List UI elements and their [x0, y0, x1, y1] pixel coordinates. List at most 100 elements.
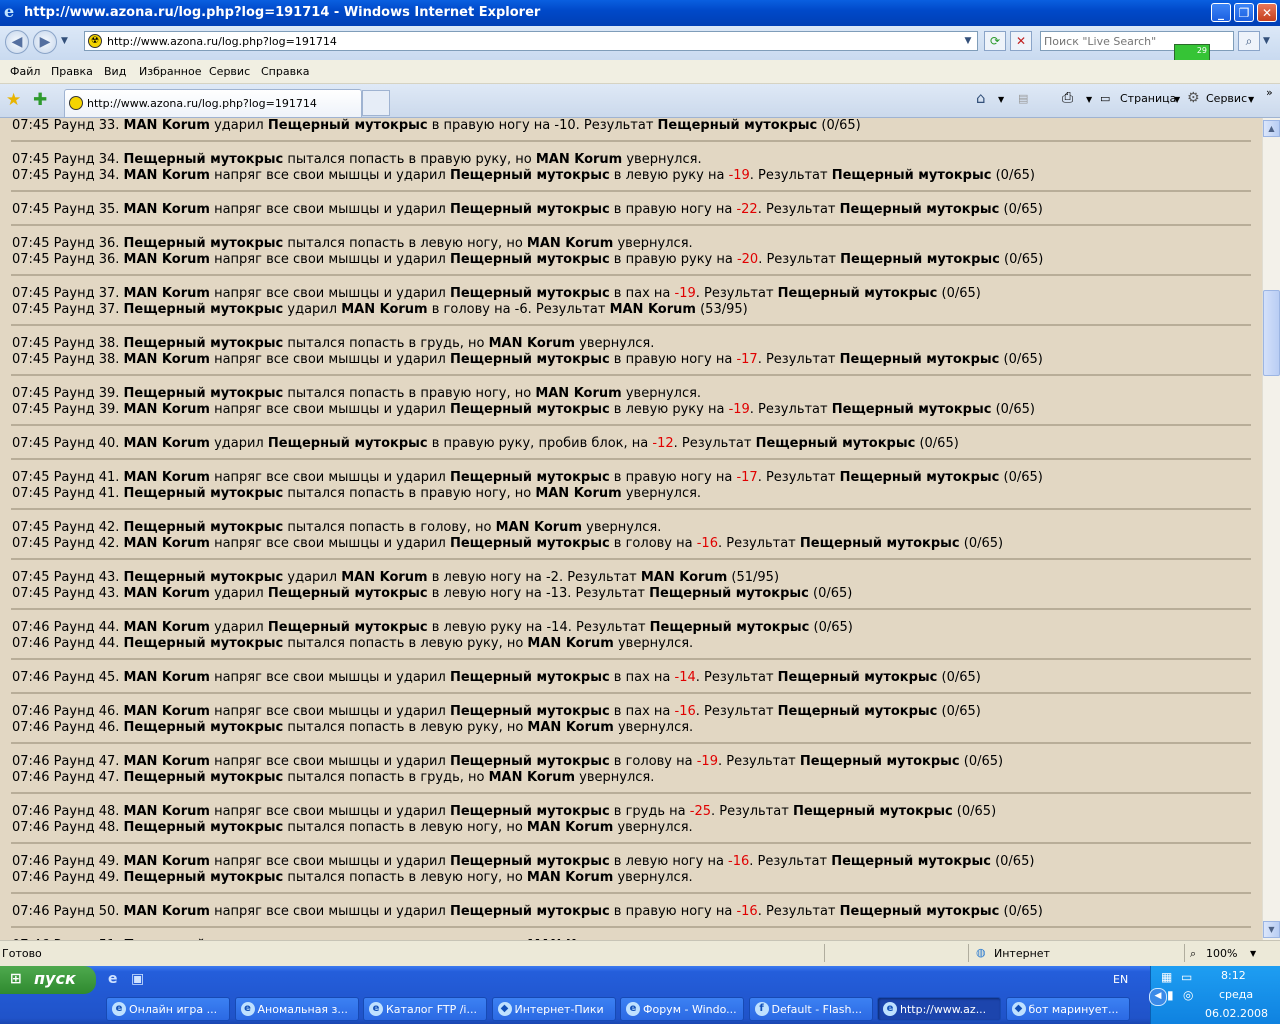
- taskbar-task[interactable]: e http://www.az...: [877, 997, 1001, 1021]
- url-text[interactable]: http://www.azona.ru/log.php?log=191714: [107, 35, 337, 48]
- url-dropdown-icon[interactable]: ▼: [961, 33, 975, 49]
- url-field[interactable]: ☢ http://www.azona.ru/log.php?log=191714…: [84, 31, 978, 51]
- tools-dropdown-icon[interactable]: ▼: [1248, 95, 1254, 104]
- print-dropdown-icon[interactable]: ▼: [1086, 95, 1092, 104]
- log-text: напряг все свои мышцы и ударил: [209, 704, 450, 719]
- new-tab-button[interactable]: [362, 90, 390, 116]
- add-favorite-icon[interactable]: ✚: [33, 90, 47, 110]
- monster-name: Пещерный мутокрыс: [831, 168, 992, 183]
- monster-name: Пещерный мутокрыс: [449, 536, 610, 551]
- monster-name: Пещерный мутокрыс: [657, 118, 818, 133]
- page-menu-button[interactable]: Страница: [1120, 92, 1176, 105]
- monster-name: Пещерный мутокрыс: [831, 402, 992, 417]
- quicklaunch-desktop-icon[interactable]: ▣: [131, 971, 144, 987]
- log-timestamp: 07:46 Раунд 48.: [12, 820, 124, 835]
- log-line: 07:45 Раунд 34. MAN Korum напряг все сво…: [12, 168, 1251, 184]
- log-timestamp: 07:45 Раунд 34.: [12, 152, 124, 167]
- home-icon[interactable]: ⌂: [976, 89, 986, 107]
- chevron-more-icon[interactable]: »: [1266, 86, 1273, 99]
- menu-favorites[interactable]: Избранное: [139, 65, 201, 78]
- feeds-icon[interactable]: ▤: [1018, 92, 1028, 105]
- log-timestamp: 07:45 Раунд 37.: [12, 286, 124, 301]
- log-text: . Результат: [695, 670, 778, 685]
- damage-value: -19: [674, 286, 696, 301]
- taskbar-task[interactable]: e Каталог FTP /i...: [363, 997, 487, 1021]
- stop-button[interactable]: ✕: [1010, 31, 1032, 51]
- log-line: 07:45 Раунд 43. Пещерный мутокрыс ударил…: [12, 570, 1251, 586]
- forward-button[interactable]: ▶: [33, 30, 57, 54]
- log-line: 07:45 Раунд 34. Пещерный мутокрыс пыталс…: [12, 152, 1251, 168]
- menu-file[interactable]: Файл: [10, 65, 40, 78]
- log-timestamp: 07:45 Раунд 34.: [12, 168, 124, 183]
- round-block: 07:46 Раунд 48. MAN Korum напряг все сво…: [11, 794, 1251, 844]
- taskbar-task[interactable]: e Онлайн игра ...: [106, 997, 230, 1021]
- page-dropdown-icon[interactable]: ▼: [1174, 95, 1180, 104]
- taskbar-task-label: Каталог FTP /i...: [386, 1003, 477, 1016]
- log-text: . Результат: [695, 704, 778, 719]
- scroll-thumb[interactable]: [1263, 290, 1280, 376]
- player-name: MAN Korum: [488, 336, 576, 351]
- minimize-button[interactable]: _: [1211, 3, 1231, 22]
- favorites-star-icon[interactable]: ★: [6, 90, 21, 110]
- power-icon[interactable]: ▮: [1167, 988, 1174, 1002]
- zoom-level[interactable]: 100%: [1206, 947, 1237, 960]
- windows-logo-icon: ⊞: [10, 971, 22, 987]
- taskbar-task[interactable]: e Форум - Windo...: [620, 997, 744, 1021]
- monster-name: Пещерный мутокрыс: [799, 536, 960, 551]
- log-timestamp: 07:46 Раунд 44.: [12, 620, 124, 635]
- log-text: напряг все свои мышцы и ударил: [209, 904, 450, 919]
- log-text: увернулся.: [613, 236, 693, 251]
- monster-name: Пещерный мутокрыс: [123, 486, 284, 501]
- tab-current-page[interactable]: http://www.azona.ru/log.php?log=191714: [64, 89, 362, 117]
- search-button[interactable]: ⌕: [1238, 31, 1260, 51]
- quicklaunch-ie-icon[interactable]: e: [108, 971, 118, 987]
- search-options-icon[interactable]: ▼: [1263, 36, 1270, 46]
- tools-menu-button[interactable]: Сервис: [1206, 92, 1247, 105]
- volume-icon[interactable]: ◎: [1183, 988, 1193, 1002]
- monster-name: Пещерный мутокрыс: [267, 586, 428, 601]
- round-block: 07:45 Раунд 33. MAN Korum ударил Пещерны…: [11, 118, 1251, 142]
- log-text: (0/65): [937, 286, 981, 301]
- print-icon[interactable]: ⎙: [1062, 90, 1073, 106]
- zoom-dropdown-icon[interactable]: ▼: [1250, 949, 1256, 958]
- menu-bar: Файл Правка Вид Избранное Сервис Справка: [0, 60, 1280, 84]
- monitor-icon[interactable]: ▭: [1181, 970, 1192, 984]
- log-line: 07:45 Раунд 33. MAN Korum ударил Пещерны…: [12, 118, 1251, 134]
- app-icon: ◆: [497, 1002, 512, 1016]
- tray-expand-icon[interactable]: ◀: [1149, 988, 1167, 1006]
- scroll-up-button[interactable]: ▲: [1263, 120, 1280, 137]
- home-dropdown-icon[interactable]: ▼: [998, 95, 1004, 104]
- network-icon[interactable]: ▦: [1161, 970, 1172, 984]
- taskbar-task[interactable]: f Default - Flash...: [748, 997, 873, 1021]
- history-dropdown-icon[interactable]: ▼: [61, 36, 68, 46]
- menu-help[interactable]: Справка: [261, 65, 309, 78]
- close-button[interactable]: ✕: [1257, 3, 1277, 22]
- player-name: MAN Korum: [123, 586, 210, 601]
- round-block: 07:46 Раунд 51. Пещерный мутокрыс пыталс…: [11, 928, 1251, 940]
- ie-icon: e: [883, 1002, 897, 1016]
- refresh-button[interactable]: ⟳: [984, 31, 1006, 51]
- round-block: 07:45 Раунд 38. Пещерный мутокрыс пыталс…: [11, 326, 1251, 376]
- monster-name: Пещерный мутокрыс: [839, 470, 1000, 485]
- clock-time[interactable]: 8:12: [1221, 969, 1246, 982]
- scroll-down-button[interactable]: ▼: [1263, 921, 1280, 938]
- start-button[interactable]: ⊞ пуск: [0, 966, 96, 994]
- taskbar-task[interactable]: e Аномальная з...: [234, 997, 359, 1021]
- log-line: 07:45 Раунд 37. MAN Korum напряг все сво…: [12, 286, 1251, 302]
- taskbar-task[interactable]: ◆ Интернет-Пики: [491, 997, 616, 1021]
- log-text: напряг все свои мышцы и ударил: [209, 804, 450, 819]
- back-button[interactable]: ◀: [5, 30, 29, 54]
- language-indicator[interactable]: EN: [1113, 973, 1128, 986]
- taskbar-task-label: http://www.az...: [900, 1003, 987, 1016]
- menu-view[interactable]: Вид: [104, 65, 126, 78]
- monster-name: Пещерный мутокрыс: [123, 302, 284, 317]
- round-block: 07:45 Раунд 34. Пещерный мутокрыс пыталс…: [11, 142, 1251, 192]
- menu-edit[interactable]: Правка: [51, 65, 93, 78]
- taskbar-task[interactable]: ◆ бот маринует...: [1005, 997, 1130, 1021]
- maximize-button[interactable]: ❐: [1234, 3, 1254, 22]
- log-text: . Результат: [711, 804, 793, 819]
- log-line: 07:45 Раунд 40. MAN Korum ударил Пещерны…: [12, 436, 1251, 452]
- system-tray: ▦ ▭ ◀ ▮ ◎ 8:12 среда 06.02.2008: [1149, 966, 1280, 1024]
- menu-tools[interactable]: Сервис: [209, 65, 250, 78]
- vertical-scrollbar[interactable]: ▲ ▼: [1262, 118, 1280, 940]
